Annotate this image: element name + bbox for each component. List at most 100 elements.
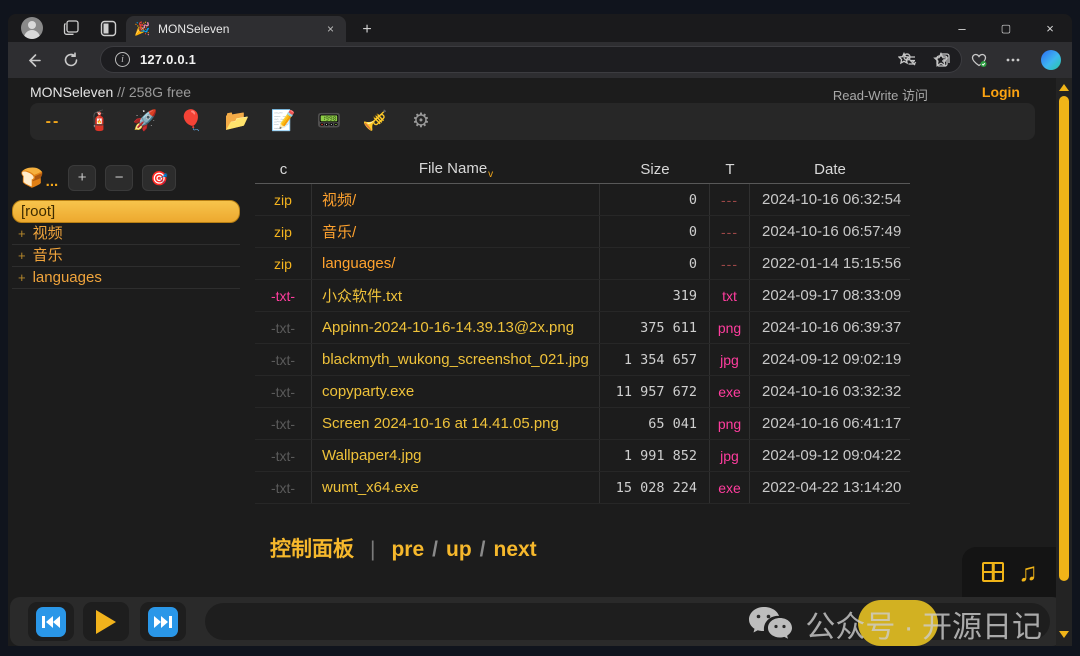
zip-link[interactable]: zip (274, 192, 292, 208)
file-name-link-cell: 音乐/ (312, 216, 600, 247)
toolbar-collapse-button[interactable]: -- (30, 103, 76, 140)
next-track-button[interactable] (140, 602, 186, 641)
file-size: 1 991 852 (624, 448, 697, 464)
scroll-up-icon[interactable] (1059, 84, 1069, 91)
file-name-link-cell: 视频/ (312, 184, 600, 215)
refresh-button[interactable] (58, 47, 84, 73)
message-button[interactable]: 📟 (306, 103, 352, 140)
browser-essentials-icon[interactable] (966, 47, 992, 73)
tree-collapse-button[interactable]: − (105, 165, 133, 191)
browser-tab[interactable]: 🎉 MONSeleven × (126, 16, 346, 42)
tab-close-icon[interactable]: × (323, 20, 338, 38)
file-type: --- (721, 192, 738, 208)
scrollbar-thumb[interactable] (1059, 96, 1069, 581)
column-header-checkbox[interactable]: c (255, 161, 312, 178)
footer-separator: | (370, 538, 375, 561)
free-space-text: // 258G free (113, 84, 191, 100)
basic-upload-button[interactable]: 🎈 (168, 103, 214, 140)
site-info-icon[interactable]: i (115, 52, 130, 67)
tab-actions-icon[interactable] (97, 17, 119, 39)
file-size-cell: 0 (600, 216, 710, 247)
tree-item-2[interactable]: +languages (12, 267, 240, 289)
view-toggle-panel: ♫ (962, 547, 1058, 597)
file-name-link[interactable]: Appinn-2024-10-16-14.39.13@2x.png (322, 319, 574, 336)
audio-settings-button[interactable]: 🎺 (352, 103, 398, 140)
play-icon (96, 610, 116, 634)
table-row: -txt-Appinn-2024-10-16-14.39.13@2x.png37… (255, 312, 910, 344)
column-header-filename[interactable]: File Namev (312, 160, 600, 180)
file-name-link[interactable]: Screen 2024-10-16 at 14.41.05.png (322, 415, 559, 432)
file-size-cell: 0 (600, 184, 710, 215)
url-text[interactable]: 127.0.0.1 (140, 52, 196, 67)
file-name-link[interactable]: languages/ (322, 255, 395, 272)
address-bar[interactable]: i 127.0.0.1 (100, 46, 962, 73)
scroll-down-icon[interactable] (1059, 631, 1069, 638)
nav-next-link[interactable]: next (494, 538, 537, 561)
zip-link[interactable]: zip (274, 224, 292, 240)
tree-item-1[interactable]: +音乐 (12, 245, 240, 267)
zip-link[interactable]: zip (274, 256, 292, 272)
back-button[interactable] (20, 47, 46, 73)
browser-window: 🎉 MONSeleven × + – ▢ × i 127.0.0.1 (8, 14, 1072, 646)
watermark: 公众号 · 开源日记 (747, 602, 1042, 646)
nav-up-link[interactable]: up (446, 538, 472, 561)
tree-item-root-selected[interactable]: [root] (12, 200, 240, 223)
new-doc-button[interactable]: 📝 (260, 103, 306, 140)
previous-track-button[interactable] (28, 602, 74, 641)
window-close-button[interactable]: × (1028, 14, 1072, 42)
page-scrollbar[interactable] (1056, 78, 1072, 646)
tree-expand-button[interactable]: + (68, 165, 96, 191)
window-minimize-button[interactable]: – (940, 14, 984, 42)
column-header-date[interactable]: Date (750, 161, 910, 178)
file-name-link[interactable]: 小众软件.txt (322, 285, 402, 306)
table-row: -txt-Wallpaper4.jpg1 991 852jpg2024-09-1… (255, 440, 910, 472)
file-type: exe (718, 384, 741, 400)
new-tab-button[interactable]: + (356, 19, 378, 41)
unpost-button[interactable]: 🧯 (76, 103, 122, 140)
table-row: -txt-copyparty.exe11 957 672exe2024-10-1… (255, 376, 910, 408)
breadcrumb-dots[interactable]: ... (46, 173, 59, 190)
tree-expand-icon[interactable]: + (18, 226, 26, 241)
file-name-link[interactable]: wumt_x64.exe (322, 479, 419, 496)
login-link[interactable]: Login (982, 84, 1020, 100)
audio-player-icon[interactable]: ♫ (1018, 559, 1038, 585)
tree-expand-icon[interactable]: + (18, 270, 26, 285)
column-header-type[interactable]: T (710, 161, 750, 178)
file-type-cell: jpg (710, 344, 750, 375)
tab-strip: 🎉 MONSeleven × + – ▢ × (8, 14, 1072, 42)
profile-avatar[interactable] (21, 17, 43, 39)
up2k-upload-button[interactable]: 🚀 (122, 103, 168, 140)
site-title-link[interactable]: MONSeleven (30, 84, 113, 100)
tree-locate-icon[interactable]: 🎯 (142, 165, 176, 191)
file-name-link-cell: wumt_x64.exe (312, 472, 600, 503)
play-button[interactable] (83, 602, 129, 641)
file-name-link[interactable]: blackmyth_wukong_screenshot_021.jpg (322, 351, 589, 368)
file-type-cell: --- (710, 184, 750, 215)
file-size-cell: 1 354 657 (600, 344, 710, 375)
column-header-size[interactable]: Size (600, 161, 710, 178)
collections-icon[interactable] (930, 47, 956, 73)
tree-expand-icon[interactable]: + (18, 248, 26, 263)
nav-pre-link[interactable]: pre (391, 538, 424, 561)
grid-view-icon[interactable] (982, 562, 1004, 582)
window-maximize-button[interactable]: ▢ (984, 14, 1028, 42)
breadcrumb-toggle-icon[interactable]: 🍞 (20, 166, 44, 190)
file-name-link[interactable]: 视频/ (322, 189, 356, 210)
file-name-link[interactable]: 音乐/ (322, 221, 356, 242)
settings-button[interactable]: ⚙ (398, 103, 444, 140)
zip-link[interactable]: -txt- (271, 288, 295, 304)
favorites-bar-icon[interactable] (894, 47, 920, 73)
file-size: 319 (673, 288, 697, 304)
workspaces-icon[interactable] (60, 17, 82, 39)
copilot-icon[interactable] (1038, 47, 1064, 73)
browser-menu-icon[interactable] (1000, 47, 1026, 73)
mkdir-button[interactable]: 📂 (214, 103, 260, 140)
file-name-link[interactable]: Wallpaper4.jpg (322, 447, 422, 464)
file-date-cell: 2024-09-12 09:02:19 (750, 344, 910, 375)
control-panel-link[interactable]: 控制面板 (270, 538, 354, 561)
tree-item-0[interactable]: +视频 (12, 223, 240, 245)
file-table-header: c File Namev Size T Date (255, 156, 910, 184)
zip-link: -txt- (271, 320, 295, 336)
file-name-link[interactable]: copyparty.exe (322, 383, 414, 400)
table-row: -txt-wumt_x64.exe15 028 224exe2022-04-22… (255, 472, 910, 504)
